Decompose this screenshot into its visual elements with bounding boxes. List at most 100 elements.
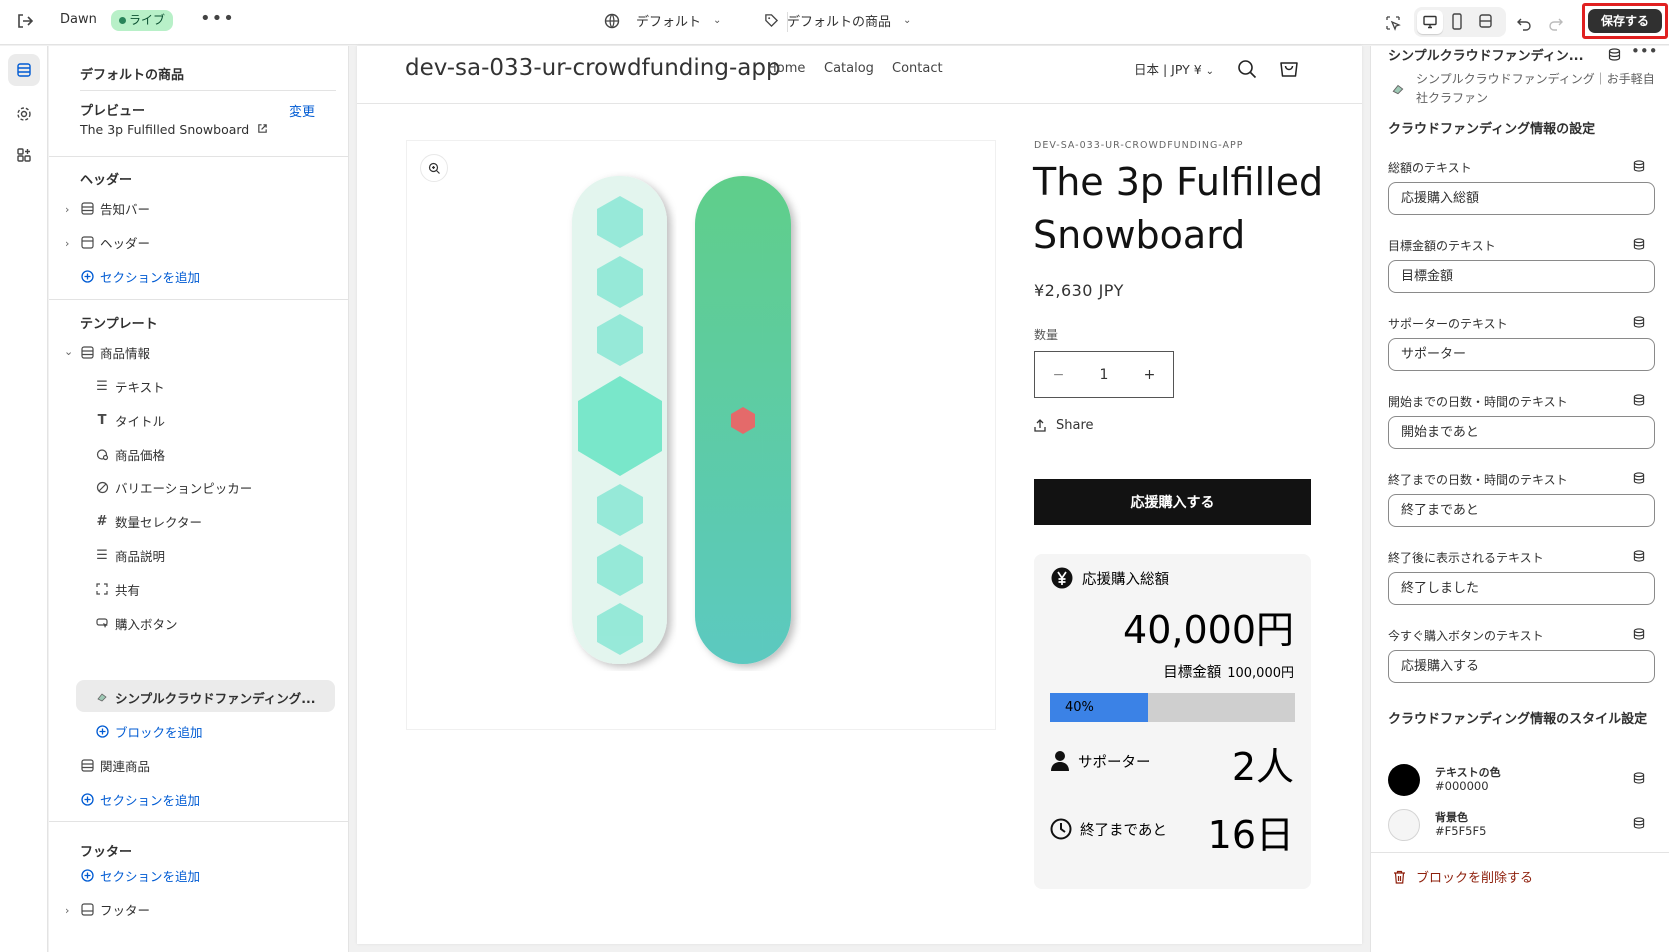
database-icon[interactable] bbox=[1633, 772, 1645, 784]
setting-text-input[interactable]: サポーター bbox=[1388, 338, 1655, 371]
block-label: 商品説明 bbox=[115, 548, 166, 564]
context-dropdown[interactable]: デフォルト ⌄ bbox=[604, 11, 721, 30]
desktop-view-button[interactable] bbox=[1417, 10, 1443, 34]
fullscreen-icon bbox=[1479, 14, 1492, 28]
block-label: シンプルクラウドファンディング... bbox=[115, 690, 316, 706]
background-color-swatch[interactable] bbox=[1388, 809, 1420, 841]
store-logo[interactable]: dev-sa-033-ur-crowdfunding-app bbox=[405, 55, 781, 81]
block-label: 数量セレクター bbox=[115, 514, 203, 530]
divider bbox=[49, 299, 349, 300]
text-lines-icon: ☰ bbox=[96, 378, 108, 394]
currency-selector[interactable]: 日本 | JPY ¥ ⌄ bbox=[1134, 59, 1214, 78]
app-block-icon bbox=[95, 690, 109, 704]
quantity-plus-button[interactable]: + bbox=[1144, 367, 1156, 383]
nav-link-catalog[interactable]: Catalog bbox=[824, 61, 874, 76]
database-icon[interactable] bbox=[1633, 394, 1645, 406]
chevron-right-icon[interactable]: › bbox=[65, 203, 69, 216]
share-button[interactable]: Share bbox=[1034, 418, 1094, 433]
database-icon[interactable] bbox=[1633, 472, 1645, 484]
add-block-button[interactable]: ブロックを追加 bbox=[95, 720, 203, 742]
theme-settings-nav-button[interactable] bbox=[8, 98, 40, 130]
text-color-swatch[interactable] bbox=[1388, 764, 1420, 796]
nav-link-contact[interactable]: Contact bbox=[892, 61, 943, 76]
database-icon[interactable] bbox=[1608, 46, 1621, 65]
database-icon[interactable] bbox=[1633, 238, 1645, 250]
person-icon bbox=[1051, 751, 1069, 771]
block-share[interactable]: 共有 bbox=[95, 578, 140, 600]
block-variant-picker[interactable]: バリエーションピッカー bbox=[95, 476, 252, 498]
setting-text-input[interactable]: 終了しました bbox=[1388, 572, 1655, 605]
setting-text-input[interactable]: 応援購入総額 bbox=[1388, 182, 1655, 215]
block-title[interactable]: T タイトル bbox=[95, 409, 165, 431]
sections-nav-button[interactable] bbox=[8, 54, 40, 86]
more-icon[interactable]: ••• bbox=[1631, 42, 1658, 60]
nav-link-home[interactable]: Home bbox=[767, 61, 805, 76]
undo-icon[interactable] bbox=[1511, 10, 1537, 36]
quantity-minus-button[interactable]: − bbox=[1053, 367, 1065, 383]
gear-icon bbox=[17, 107, 31, 121]
chevron-right-icon[interactable]: › bbox=[65, 904, 69, 917]
preview-product[interactable]: The 3p Fulfilled Snowboard bbox=[80, 122, 268, 137]
background-color-label: 背景色 bbox=[1435, 811, 1468, 824]
template-dropdown[interactable]: デフォルトの商品 ⌄ bbox=[764, 11, 911, 30]
zoom-icon[interactable] bbox=[420, 154, 448, 182]
sections-icon bbox=[17, 63, 31, 77]
database-icon[interactable] bbox=[1633, 160, 1645, 172]
sidebar-item-product-info[interactable]: 商品情報 bbox=[80, 341, 150, 363]
block-simple-crowdfunding[interactable]: シンプルクラウドファンディング... bbox=[95, 686, 316, 708]
chevron-down-icon[interactable]: ⌄ bbox=[64, 345, 73, 358]
fullscreen-view-button[interactable] bbox=[1478, 13, 1493, 33]
delete-block-button[interactable]: ブロックを削除する bbox=[1393, 867, 1533, 886]
block-quantity-selector[interactable]: # 数量セレクター bbox=[95, 510, 202, 532]
footer-group-title: フッター bbox=[80, 845, 133, 860]
panel-title: デフォルトの商品 bbox=[80, 68, 185, 83]
trash-icon bbox=[1394, 870, 1405, 884]
setting-text-input[interactable]: 終了まであと bbox=[1388, 494, 1655, 527]
crowdfunding-buy-button[interactable]: 応援購入する bbox=[1034, 479, 1311, 525]
divider bbox=[80, 90, 336, 91]
product-media[interactable] bbox=[406, 140, 996, 730]
database-icon[interactable] bbox=[1633, 550, 1645, 562]
clock-icon bbox=[1050, 818, 1072, 840]
field-label: 終了後に表示されるテキスト bbox=[1388, 551, 1544, 565]
goal-label: 目標金額 bbox=[1163, 665, 1222, 681]
block-text[interactable]: ☰ テキスト bbox=[95, 375, 164, 397]
background-color-value: #F5F5F5 bbox=[1435, 824, 1487, 838]
sidebar-item-announcement-bar[interactable]: 告知バー bbox=[80, 197, 150, 219]
add-section-button[interactable]: セクションを追加 bbox=[80, 788, 200, 810]
inspector-icon[interactable] bbox=[1380, 10, 1406, 36]
chevron-right-icon[interactable]: › bbox=[65, 237, 69, 250]
quantity-input[interactable]: 1 bbox=[1100, 367, 1109, 383]
remaining-label: 終了まであと bbox=[1080, 822, 1167, 839]
setting-text-input[interactable]: 応援購入する bbox=[1388, 650, 1655, 683]
apps-nav-button[interactable] bbox=[8, 139, 40, 171]
change-preview-link[interactable]: 変更 bbox=[289, 101, 315, 120]
database-icon[interactable] bbox=[1633, 817, 1645, 829]
sidebar-item-related-products[interactable]: 関連商品 bbox=[80, 754, 150, 776]
add-section-button[interactable]: セクションを追加 bbox=[80, 864, 200, 886]
theme-name: Dawn bbox=[60, 12, 97, 27]
mobile-view-button[interactable] bbox=[1450, 13, 1464, 34]
hash-icon: # bbox=[96, 513, 108, 529]
header-group-title: ヘッダー bbox=[80, 173, 133, 188]
search-icon[interactable] bbox=[1237, 59, 1257, 83]
globe-icon bbox=[604, 13, 620, 28]
database-icon[interactable] bbox=[1633, 316, 1645, 328]
block-buy-buttons[interactable]: 購入ボタン bbox=[95, 612, 178, 634]
exit-icon[interactable] bbox=[14, 10, 36, 32]
block-description[interactable]: ☰ 商品説明 bbox=[95, 544, 165, 566]
preview-product-name: The 3p Fulfilled Snowboard bbox=[80, 122, 250, 137]
setting-text-input[interactable]: 開始まであと bbox=[1388, 416, 1655, 449]
save-button[interactable]: 保存する bbox=[1588, 9, 1662, 33]
title-icon: T bbox=[97, 412, 107, 428]
sidebar-item-footer[interactable]: フッター bbox=[80, 898, 150, 920]
more-actions-button[interactable]: ••• bbox=[200, 8, 235, 29]
redo-icon[interactable] bbox=[1543, 10, 1569, 36]
setting-text-input[interactable]: 目標金額 bbox=[1388, 260, 1655, 293]
sidebar-item-header[interactable]: ヘッダー bbox=[80, 231, 150, 253]
mobile-icon bbox=[1452, 13, 1462, 30]
add-section-button[interactable]: セクションを追加 bbox=[80, 265, 200, 287]
database-icon[interactable] bbox=[1633, 628, 1645, 640]
block-price[interactable]: 商品価格 bbox=[95, 443, 165, 465]
cart-icon[interactable] bbox=[1278, 57, 1300, 83]
